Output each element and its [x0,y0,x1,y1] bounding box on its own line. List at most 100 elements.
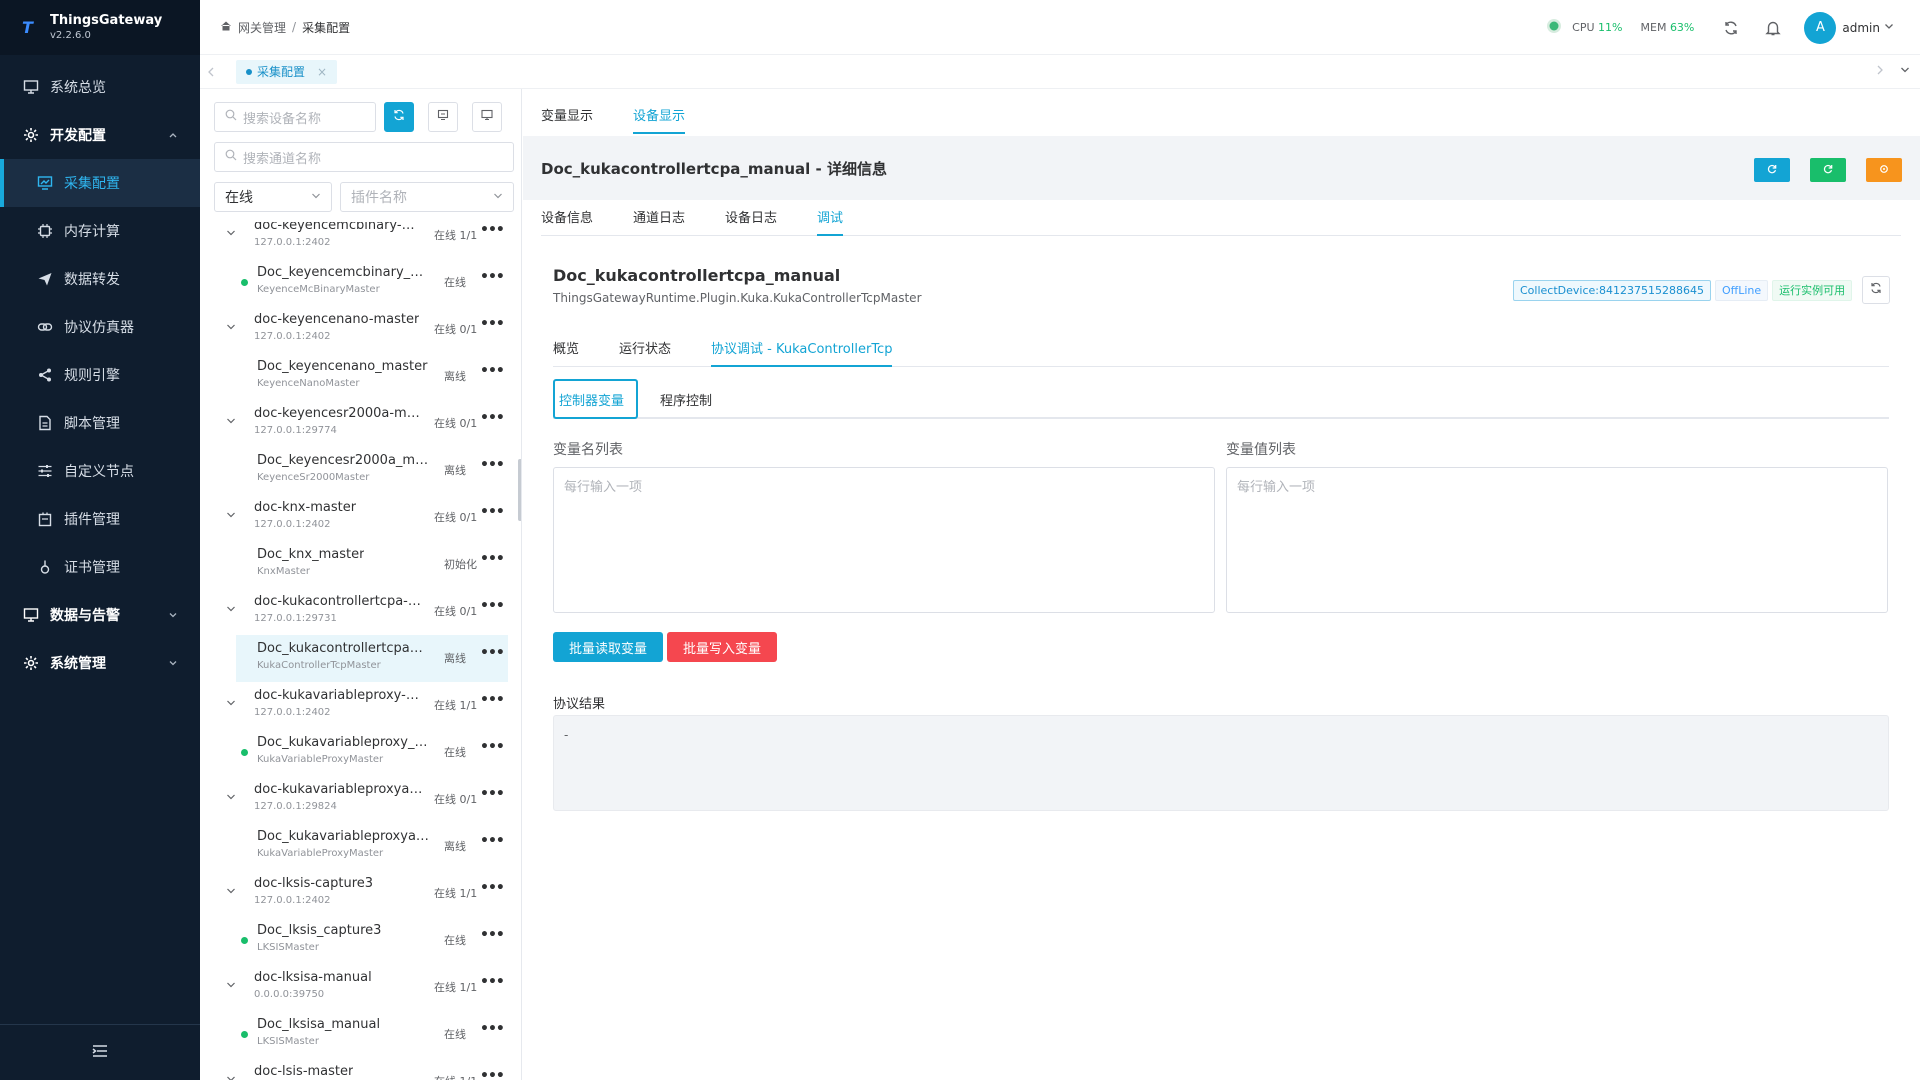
tab-program-control[interactable]: 程序控制 [658,380,714,418]
tab-debug[interactable]: 调试 [817,207,844,236]
restart-button[interactable] [1810,158,1846,182]
tree-channel-row[interactable]: doc-kukavariableproxya-manual 127.0.0.1:2… [200,776,521,823]
tab-overview[interactable]: 概览 [553,338,579,366]
chevron-down-icon[interactable] [226,791,236,806]
sidebar-item-script-mgmt[interactable]: 脚本管理 [0,399,200,447]
tree-channel-row[interactable]: doc-kukavariableproxy-capture 127.0.0.1:2… [200,682,521,729]
chevron-down-icon[interactable] [226,1073,236,1080]
more-icon[interactable]: ••• [480,504,505,520]
export-button[interactable] [428,102,458,132]
more-icon[interactable]: ••• [480,786,505,802]
more-icon[interactable]: ••• [480,1021,505,1037]
refresh-tree-button[interactable] [384,102,414,132]
bell-icon[interactable] [1762,17,1784,39]
tree-device-row[interactable]: Doc_kukacontrollertcpa_manual KukaControl… [236,635,508,682]
tab-channel-log[interactable]: 通道日志 [633,207,685,235]
tab-controller-variables[interactable]: 控制器变量 [553,379,638,419]
sidebar-item-data-alarm[interactable]: 数据与告警 [0,591,200,639]
plugin-select[interactable]: 插件名称 [340,182,514,212]
status-select[interactable]: 在线 [214,182,332,212]
tree-device-row[interactable]: Doc_knx_master KnxMaster 初始化 ••• [200,541,521,588]
page-tab-collect-config[interactable]: 采集配置 × [236,59,338,84]
tree-scrollbar[interactable] [518,459,521,521]
batch-write-button[interactable]: 批量写入变量 [667,632,777,662]
chevron-down-icon[interactable] [226,697,236,712]
tab-device-info[interactable]: 设备信息 [541,207,593,235]
more-icon[interactable]: ••• [480,833,505,849]
more-icon[interactable]: ••• [480,222,505,238]
settings-button[interactable] [1866,158,1902,182]
refresh-icon[interactable] [1720,17,1742,39]
home-icon[interactable] [220,20,232,35]
sidebar-item-collect-config[interactable]: 采集配置 [0,159,200,207]
chevron-down-icon[interactable] [226,415,236,430]
tree-channel-row[interactable]: doc-keyencemcbinary-master 127.0.0.1:2402… [200,222,521,259]
more-icon[interactable]: ••• [480,316,505,332]
breadcrumb-item[interactable]: 网关管理 [238,19,286,36]
tree-device-row[interactable]: Doc_keyencemcbinary_master KeyenceMcBinar… [200,259,521,306]
chevron-down-icon[interactable] [226,885,236,900]
search-channel-input[interactable]: 搜索通道名称 [214,142,514,172]
more-icon[interactable]: ••• [480,645,505,661]
search-device-input[interactable]: 搜索设备名称 [214,102,376,132]
chevron-down-icon[interactable] [1884,20,1894,35]
tree-device-row[interactable]: Doc_kukavariableproxy_capture KukaVariabl… [200,729,521,776]
sidebar-item-overview[interactable]: 系统总览 [0,63,200,111]
sidebar-item-protocol-sim[interactable]: 协议仿真器 [0,303,200,351]
chevron-down-icon[interactable] [226,603,236,618]
tree-device-row[interactable]: Doc_lksisa_manual LKSISMaster 在线 ••• [200,1011,521,1058]
chevron-down-icon[interactable] [226,227,236,242]
more-icon[interactable]: ••• [480,598,505,614]
sidebar-item-system-mgmt[interactable]: 系统管理 [0,639,200,687]
tab-variable-display[interactable]: 变量显示 [541,105,593,133]
tree-channel-row[interactable]: doc-knx-master 127.0.0.1:2402 在线 0/1 ••• [200,494,521,541]
sidebar-item-data-forward[interactable]: 数据转发 [0,255,200,303]
tab-menu-chevron-icon[interactable] [1900,64,1910,79]
close-icon[interactable]: × [317,65,327,79]
more-icon[interactable]: ••• [480,739,505,755]
more-icon[interactable]: ••• [480,551,505,567]
sidebar-item-plugin-mgmt[interactable]: 插件管理 [0,495,200,543]
more-icon[interactable]: ••• [480,457,505,473]
more-icon[interactable]: ••• [480,692,505,708]
sidebar-item-memory-calc[interactable]: 内存计算 [0,207,200,255]
sidebar-item-cert-mgmt[interactable]: 证书管理 [0,543,200,591]
more-icon[interactable]: ••• [480,1068,505,1080]
tree-channel-row[interactable]: doc-lsis-master 在线 1/1••• [200,1058,521,1080]
more-icon[interactable]: ••• [480,974,505,990]
brand[interactable]: T ThingsGateway v2.2.6.0 [0,0,200,55]
chevron-down-icon[interactable] [226,321,236,336]
sidebar-item-dev-config[interactable]: 开发配置 [0,111,200,159]
tree-channel-row[interactable]: doc-keyencesr2000a-manual 127.0.0.1:29774… [200,400,521,447]
chevron-down-icon[interactable] [226,509,236,524]
tree-channel-row[interactable]: doc-lksisa-manual 0.0.0.0:39750 在线 1/1 ••• [200,964,521,1011]
refresh-device-button[interactable] [1862,276,1891,304]
tree-device-row[interactable]: Doc_lksis_capture3 LKSISMaster 在线 ••• [200,917,521,964]
tab-scroll-left-icon[interactable] [200,67,222,77]
tab-scroll-right-icon[interactable] [1876,64,1884,79]
batch-read-button[interactable]: 批量读取变量 [553,632,663,662]
more-icon[interactable]: ••• [480,880,505,896]
sidebar-item-rule-engine[interactable]: 规则引擎 [0,351,200,399]
var-values-textarea[interactable]: 每行输入一项 [1226,467,1888,613]
tree-channel-row[interactable]: doc-lksis-capture3 127.0.0.1:2402 在线 1/1 ••… [200,870,521,917]
tab-device-display[interactable]: 设备显示 [633,105,686,134]
tab-device-log[interactable]: 设备日志 [725,207,777,235]
tree-device-row[interactable]: Doc_keyencesr2000a_manual KeyenceSr2000Ma… [200,447,521,494]
user-name[interactable]: admin [1842,21,1880,35]
more-icon[interactable]: ••• [480,363,505,379]
avatar[interactable]: A [1804,11,1837,44]
tree-device-row[interactable]: Doc_keyencenano_master KeyenceNanoMaster 离… [200,353,521,400]
sidebar-item-custom-node[interactable]: 自定义节点 [0,447,200,495]
tab-protocol-debug[interactable]: 协议调试 - KukaControllerTcp [711,338,893,367]
tree-channel-row[interactable]: doc-keyencenano-master 127.0.0.1:2402 在线 0… [200,306,521,353]
monitor-button[interactable] [472,102,502,132]
more-icon[interactable]: ••• [480,410,505,426]
collapse-menu-button[interactable] [0,1024,200,1080]
var-names-textarea[interactable]: 每行输入一项 [553,467,1215,613]
refresh-button[interactable] [1754,158,1790,182]
tree-device-row[interactable]: Doc_kukavariableproxya_manual KukaVariabl… [200,823,521,870]
chevron-down-icon[interactable] [226,979,236,994]
more-icon[interactable]: ••• [480,269,505,285]
tree-channel-row[interactable]: doc-kukacontrollertcpa-manual 127.0.0.1:2… [200,588,521,635]
